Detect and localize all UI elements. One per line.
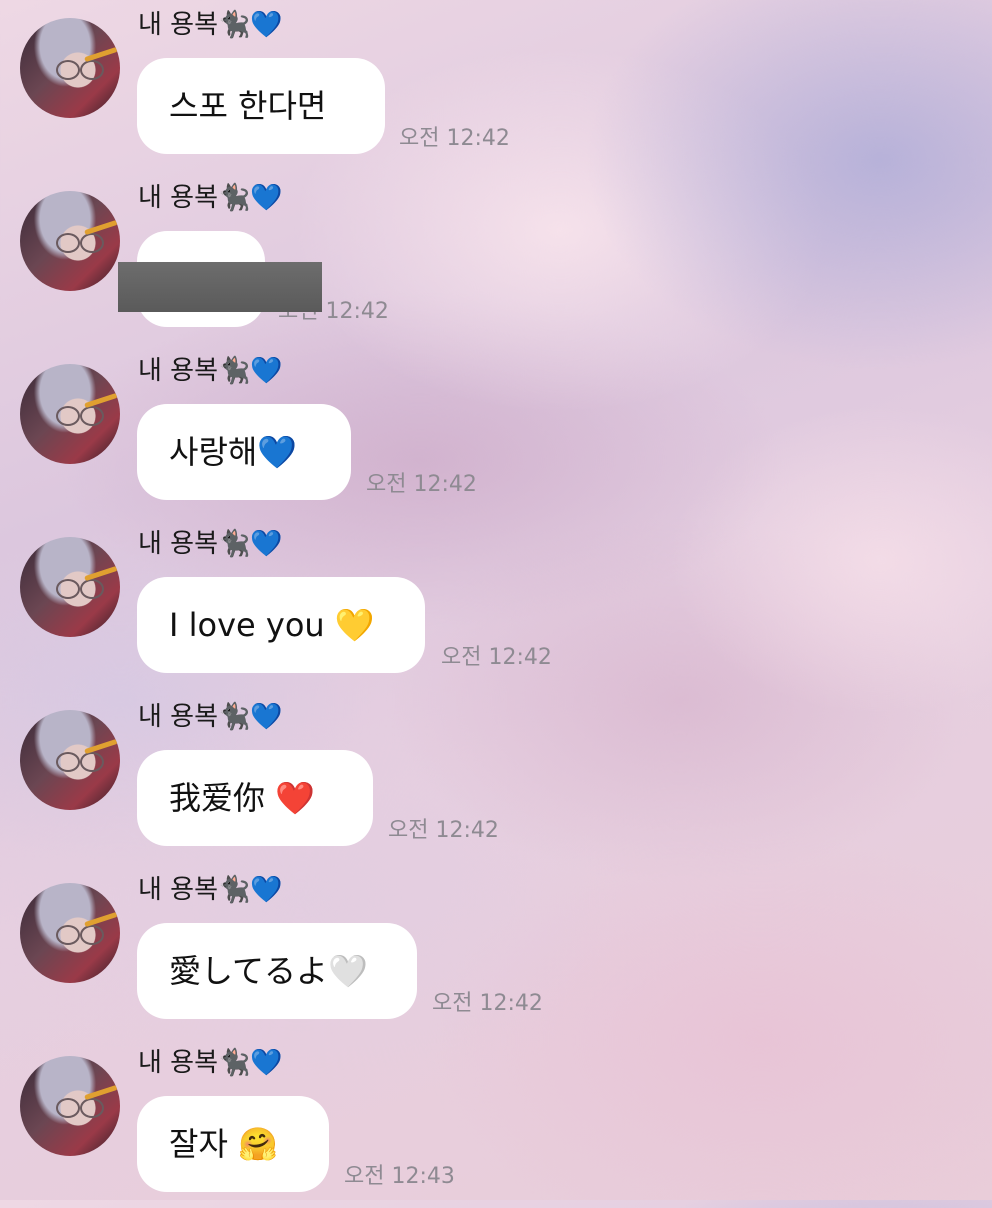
message-bubble[interactable]: 스포 한다면 [137, 58, 385, 154]
sender-name: 내 용복🐈‍⬛💙 [138, 10, 283, 40]
sender-name: 내 용복🐈‍⬛💙 [138, 1048, 283, 1078]
message-row: 내 용복🐈‍⬛💙 잘자 🤗 오전 12:43 [0, 1038, 992, 1208]
message-row: 내 용복🐈‍⬛💙 I love you 💛 오전 12:42 [0, 519, 992, 689]
avatar[interactable] [20, 883, 120, 983]
message-time: 오전 12:42 [399, 126, 510, 151]
message-bubble[interactable]: 사랑해💙 [137, 404, 351, 500]
sender-name: 내 용복🐈‍⬛💙 [138, 875, 283, 905]
message-time: 오전 12:43 [344, 1164, 455, 1189]
message-row: 내 용복🐈‍⬛💙 오전 12:42 [0, 173, 992, 343]
sender-name: 내 용복🐈‍⬛💙 [138, 529, 283, 559]
message-row: 내 용복🐈‍⬛💙 사랑해💙 오전 12:42 [0, 346, 992, 516]
sender-name: 내 용복🐈‍⬛💙 [138, 356, 283, 386]
avatar[interactable] [20, 537, 120, 637]
sender-name: 내 용복🐈‍⬛💙 [138, 702, 283, 732]
sender-name: 내 용복🐈‍⬛💙 [138, 183, 283, 213]
avatar[interactable] [20, 18, 120, 118]
message-row: 내 용복🐈‍⬛💙 스포 한다면 오전 12:42 [0, 0, 992, 170]
message-bubble[interactable]: 잘자 🤗 [137, 1096, 329, 1192]
message-row: 내 용복🐈‍⬛💙 愛してるよ🤍 오전 12:42 [0, 865, 992, 1035]
message-time: 오전 12:42 [388, 818, 499, 843]
avatar[interactable] [20, 710, 120, 810]
message-bubble[interactable]: 我爱你 ❤️ [137, 750, 373, 846]
message-time: 오전 12:42 [432, 991, 543, 1016]
avatar[interactable] [20, 364, 120, 464]
avatar[interactable] [20, 1056, 120, 1156]
message-time: 오전 12:42 [441, 645, 552, 670]
chat-log[interactable]: 내 용복🐈‍⬛💙 스포 한다면 오전 12:42 내 용복🐈‍⬛💙 오전 12:… [0, 0, 992, 1200]
avatar[interactable] [20, 191, 120, 291]
message-row: 내 용복🐈‍⬛💙 我爱你 ❤️ 오전 12:42 [0, 692, 992, 862]
message-time: 오전 12:42 [366, 472, 477, 497]
message-bubble[interactable]: 愛してるよ🤍 [137, 923, 417, 1019]
message-bubble[interactable]: I love you 💛 [137, 577, 425, 673]
redaction-bar [118, 262, 322, 312]
